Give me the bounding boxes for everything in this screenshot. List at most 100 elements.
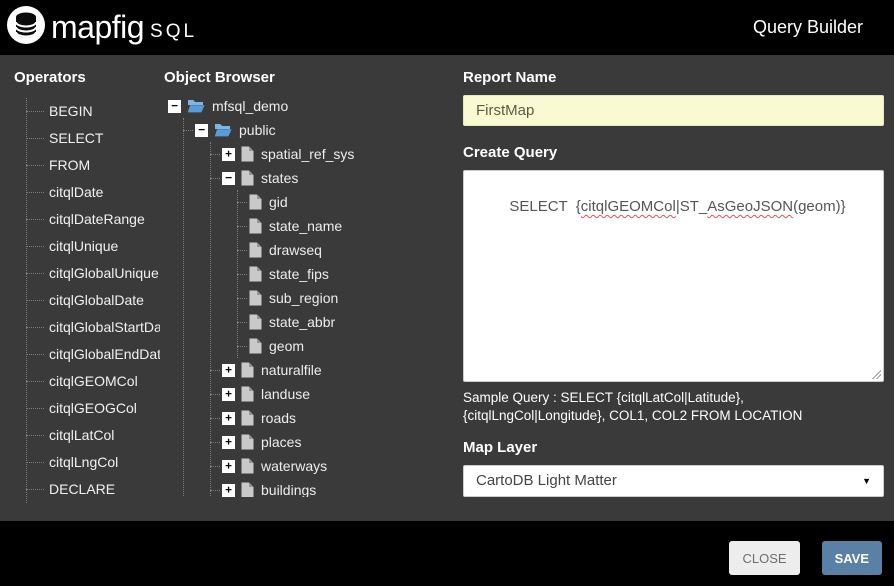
resize-handle-icon[interactable] <box>870 368 881 379</box>
file-icon <box>241 362 254 378</box>
folder-open-icon <box>214 123 232 137</box>
header: mapfig SQL Query Builder <box>0 0 894 55</box>
create-query-textarea[interactable]: SELECT {citqlGEOMCol|ST_AsGeoJSON(geom)} <box>463 170 884 382</box>
query-text-misspelled: AsGeoJSON <box>707 198 793 215</box>
file-icon <box>241 410 254 426</box>
file-icon <box>249 290 262 306</box>
tree-node-label: landuse <box>261 386 310 402</box>
tree-node-label: naturalfile <box>261 362 322 378</box>
file-icon <box>249 194 262 210</box>
tree-node-state_abbr[interactable]: state_abbr <box>249 310 455 334</box>
query-text: (geom)} <box>793 198 846 215</box>
database-icon <box>6 5 46 50</box>
tree-node-waterways[interactable]: + waterways <box>222 454 455 478</box>
tree-node-mfsql_demo[interactable]: − mfsql_demo <box>168 94 455 118</box>
mapfig-logo: mapfig SQL <box>6 5 197 50</box>
tree-node-naturalfile[interactable]: + naturalfile <box>222 358 455 382</box>
query-text: SELECT { <box>509 198 580 215</box>
tree-node-landuse[interactable]: + landuse <box>222 382 455 406</box>
operators-panel: Operators BEGINSELECTFROMcitqlDatecitqlD… <box>0 55 160 521</box>
tree-node-gid[interactable]: gid <box>249 190 455 214</box>
file-icon <box>241 482 254 497</box>
operator-item[interactable]: citqlGlobalUnique <box>27 260 160 287</box>
operator-item[interactable]: citqlGEOMCol <box>27 368 160 395</box>
operator-item[interactable]: citqlLatCol <box>27 422 160 449</box>
operator-item[interactable]: citqlUnique <box>27 233 160 260</box>
tree-node-label: state_abbr <box>269 314 335 330</box>
logo-text: mapfig <box>51 9 144 46</box>
main-content: Operators BEGINSELECTFROMcitqlDatecitqlD… <box>0 55 894 521</box>
file-icon <box>241 458 254 474</box>
tree-node-label: spatial_ref_sys <box>261 146 354 162</box>
sample-query-text: Sample Query : SELECT {citqlLatCol|Latit… <box>463 389 884 425</box>
operators-list: BEGINSELECTFROMcitqlDatecitqlDateRangeci… <box>26 98 160 503</box>
query-text-misspelled: citqlGEOMCol <box>581 198 676 215</box>
tree-node-label: waterways <box>261 458 327 474</box>
logo-suffix: SQL <box>150 21 197 43</box>
tree-node-label: buildings <box>261 482 316 497</box>
collapse-icon[interactable]: − <box>168 100 181 113</box>
file-icon <box>249 218 262 234</box>
tree-node-label: gid <box>269 194 288 210</box>
close-button[interactable]: CLOSE <box>729 541 799 575</box>
tree-node-label: geom <box>269 338 304 354</box>
tree-node-state_name[interactable]: state_name <box>249 214 455 238</box>
object-browser-tree: −mfsql_demo−public+spatial_ref_sys−state… <box>160 94 455 497</box>
operator-item[interactable]: citqlGlobalDate <box>27 287 160 314</box>
expand-icon[interactable]: + <box>222 412 235 425</box>
expand-icon[interactable]: + <box>222 436 235 449</box>
object-browser-panel: Object Browser −mfsql_demo−public+spatia… <box>160 55 455 497</box>
file-icon <box>241 434 254 450</box>
tree-node-spatial_ref_sys[interactable]: + spatial_ref_sys <box>222 142 455 166</box>
tree-node-label: drawseq <box>269 242 322 258</box>
operator-item[interactable]: FROM <box>27 152 160 179</box>
operator-item[interactable]: BEGIN <box>27 98 160 125</box>
operator-item[interactable]: citqlLngCol <box>27 449 160 476</box>
operator-item[interactable]: citqlGEOGCol <box>27 395 160 422</box>
tree-node-roads[interactable]: + roads <box>222 406 455 430</box>
page-title: Query Builder <box>753 17 863 38</box>
tree-node-label: sub_region <box>269 290 338 306</box>
tree-node-drawseq[interactable]: drawseq <box>249 238 455 262</box>
object-browser-title: Object Browser <box>164 69 455 86</box>
map-layer-select-wrap: CartoDB Light Matter ▼ <box>463 465 884 497</box>
file-icon <box>249 266 262 282</box>
tree-node-state_fips[interactable]: state_fips <box>249 262 455 286</box>
tree-node-label: states <box>261 170 298 186</box>
expand-icon[interactable]: + <box>222 484 235 497</box>
save-button[interactable]: SAVE <box>822 541 882 575</box>
tree-node-states[interactable]: − states <box>222 166 455 190</box>
file-icon <box>241 386 254 402</box>
operator-item[interactable]: citqlGlobalStartDate <box>27 314 160 341</box>
operator-item[interactable]: citqlGlobalEndDate <box>27 341 160 368</box>
tree-node-label: roads <box>261 410 296 426</box>
tree-node-buildings[interactable]: + buildings <box>222 478 455 497</box>
operator-item[interactable]: citqlDate <box>27 179 160 206</box>
tree-node-label: public <box>239 122 276 138</box>
file-icon <box>241 146 254 162</box>
expand-icon[interactable]: + <box>222 388 235 401</box>
operator-item[interactable]: DECLARE <box>27 476 160 503</box>
expand-icon[interactable]: + <box>222 460 235 473</box>
tree-node-label: places <box>261 434 301 450</box>
operator-item[interactable]: SELECT <box>27 125 160 152</box>
report-name-input[interactable] <box>463 95 884 126</box>
file-icon <box>249 314 262 330</box>
file-icon <box>249 338 262 354</box>
report-name-label: Report Name <box>463 69 884 86</box>
tree-node-places[interactable]: + places <box>222 430 455 454</box>
collapse-icon[interactable]: − <box>195 124 208 137</box>
folder-open-icon <box>187 99 205 113</box>
tree-node-sub_region[interactable]: sub_region <box>249 286 455 310</box>
collapse-icon[interactable]: − <box>222 172 235 185</box>
form-panel: Report Name Create Query SELECT {citqlGE… <box>455 55 894 521</box>
tree-node-label: mfsql_demo <box>212 98 288 114</box>
query-builder-window: mapfig SQL Query Builder Operators BEGIN… <box>0 0 894 586</box>
tree-node-geom[interactable]: geom <box>249 334 455 358</box>
map-layer-select[interactable]: CartoDB Light Matter <box>463 465 884 497</box>
tree-node-public[interactable]: − public <box>195 118 455 142</box>
expand-icon[interactable]: + <box>222 364 235 377</box>
operator-item[interactable]: citqlDateRange <box>27 206 160 233</box>
query-text: |ST_ <box>676 198 707 215</box>
expand-icon[interactable]: + <box>222 148 235 161</box>
